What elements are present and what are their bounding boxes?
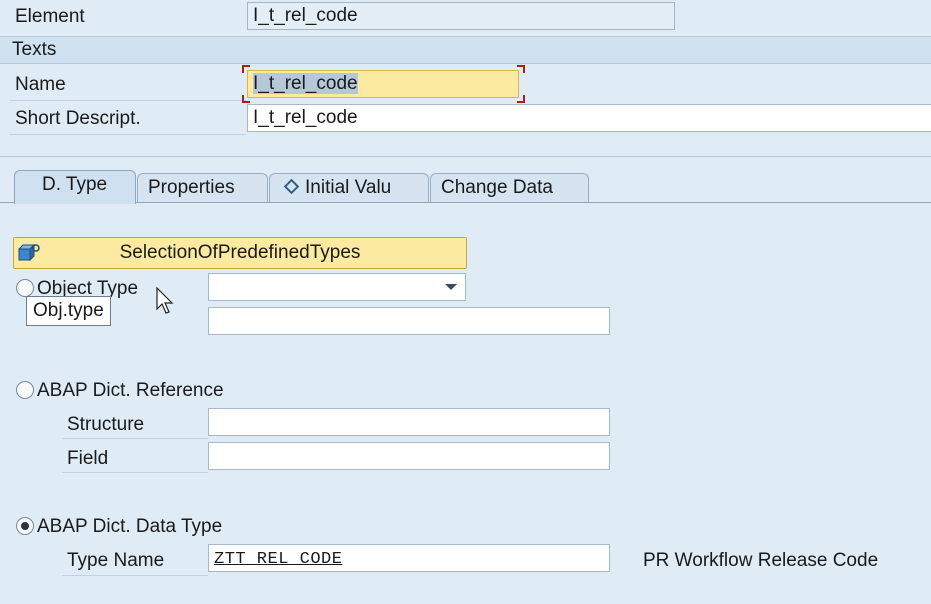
diamond-icon — [283, 178, 300, 195]
type-name-value: ZTT_REL_CODE — [214, 550, 343, 569]
texts-group-header: Texts — [0, 36, 931, 64]
type-description: PR Workflow Release Code — [643, 550, 879, 571]
focus-corner-br — [517, 95, 525, 103]
name-label: Name — [15, 74, 66, 95]
tab-initial-value[interactable]: Initial Valu — [269, 173, 429, 203]
short-desc-row-divider — [10, 134, 246, 135]
type-name-field[interactable]: ZTT_REL_CODE — [208, 544, 610, 572]
element-label: Element — [15, 6, 85, 27]
texts-group-bottom — [0, 156, 931, 157]
tab-change-data-label: Change Data — [441, 177, 553, 198]
selection-of-predefined-types-button[interactable]: SelectionOfPredefinedTypes — [13, 237, 467, 269]
selection-button-label: SelectionOfPredefinedTypes — [119, 242, 361, 263]
dict-reference-radio[interactable] — [16, 381, 34, 399]
structure-row-divider — [62, 438, 208, 439]
dict-reference-label: ABAP Dict. Reference — [37, 380, 224, 401]
chevron-down-icon[interactable] — [445, 284, 457, 290]
focus-corner-tl — [242, 65, 250, 73]
short-desc-field[interactable]: I_t_rel_code — [247, 104, 931, 132]
tab-change-data[interactable]: Change Data — [430, 173, 589, 203]
tab-strip: D. Type Properties Initial Valu Change D… — [0, 170, 931, 204]
field-row-divider — [62, 472, 208, 473]
structure-label: Structure — [67, 414, 145, 435]
short-desc-label: Short Descript. — [15, 108, 141, 129]
object-type-radio[interactable] — [16, 279, 34, 297]
name-field[interactable]: I_t_rel_code — [247, 70, 519, 98]
tab-d-type[interactable]: D. Type — [14, 170, 136, 204]
object-type-dropdown[interactable] — [208, 273, 466, 301]
name-field-value: I_t_rel_code — [253, 73, 358, 94]
focus-corner-bl — [242, 95, 250, 103]
object-type-tooltip: Obj.type — [26, 296, 111, 326]
name-row-divider — [10, 100, 246, 101]
type-name-label: Type Name — [67, 550, 165, 571]
focus-corner-tr — [517, 65, 525, 73]
structure-field[interactable] — [208, 408, 610, 436]
field-field[interactable] — [208, 442, 610, 470]
dict-data-type-label: ABAP Dict. Data Type — [37, 516, 223, 537]
type-name-row-divider — [62, 575, 208, 576]
tab-initial-value-label: Initial Valu — [305, 177, 392, 198]
tab-properties[interactable]: Properties — [137, 173, 268, 203]
element-field[interactable]: I_t_rel_code — [247, 2, 675, 30]
predefined-types-icon — [17, 243, 40, 263]
dict-data-type-radio[interactable] — [16, 517, 34, 535]
radio-selected-dot — [21, 522, 29, 530]
tab-properties-label: Properties — [148, 177, 235, 198]
mouse-cursor-icon — [156, 286, 176, 321]
field-label: Field — [67, 448, 109, 469]
tab-d-type-label: D. Type — [42, 174, 108, 195]
texts-group-title: Texts — [12, 39, 57, 60]
object-type-secondary-field[interactable] — [208, 307, 610, 335]
